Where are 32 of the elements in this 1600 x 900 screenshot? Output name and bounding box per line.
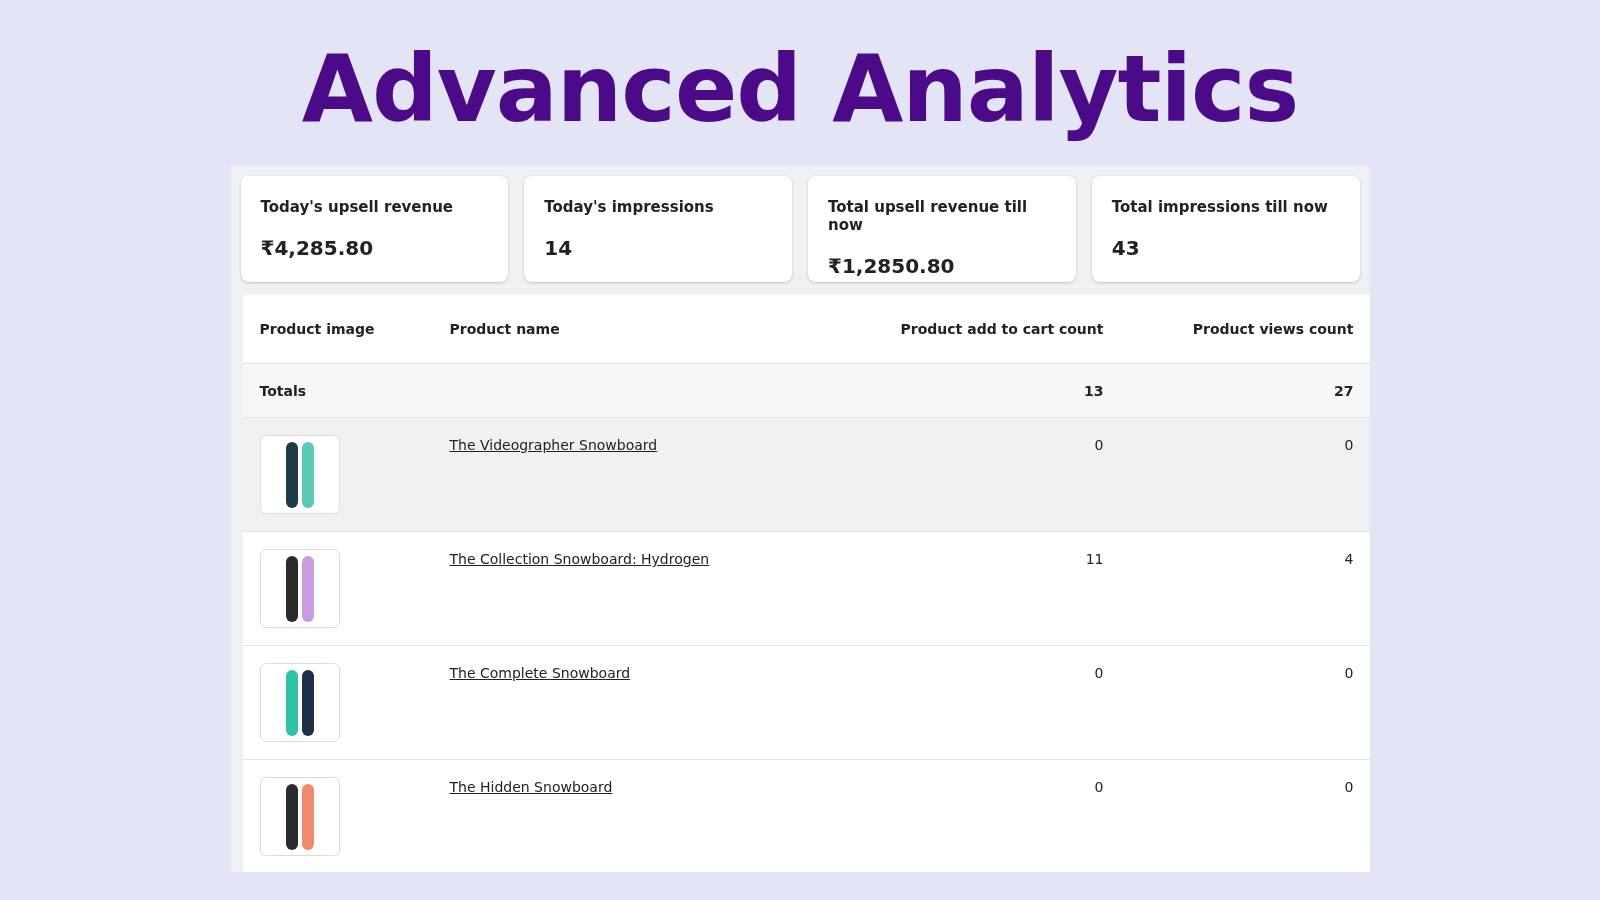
table-cell-text: 27	[1333, 382, 1355, 399]
table-cell-text: 0	[1343, 664, 1355, 681]
stat-label: Total upsell revenue till now	[828, 198, 1029, 234]
product-link[interactable]: The Collection Snowboard: Hydrogen	[432, 549, 860, 567]
table-cell-text: 0	[1343, 436, 1355, 453]
stat-label: Today's impressions	[544, 198, 715, 216]
product-link[interactable]: The Hidden Snowboard	[432, 777, 860, 795]
table-cell-text: 0	[1343, 778, 1355, 795]
table-row[interactable]: The Collection Snowboard: Hydrogen 11 4	[242, 532, 1370, 646]
table-cell-text: 4	[1343, 550, 1355, 567]
product-link[interactable]: The Complete Snowboard	[432, 663, 860, 681]
table-row[interactable]: The Hidden Snowboard 0 0	[242, 760, 1370, 872]
totals-label: Totals	[258, 382, 308, 399]
column-header: Product name	[448, 321, 561, 337]
product-link[interactable]: The Videographer Snowboard	[432, 435, 860, 453]
stat-value: 43	[1111, 236, 1141, 260]
table-row[interactable]: The Videographer Snowboard 0 0	[242, 418, 1370, 532]
stat-label: Today's upsell revenue	[260, 198, 455, 216]
table-cell-text: 0	[1093, 664, 1105, 681]
table-cell-text: 13	[1083, 382, 1105, 399]
stat-value: ₹1,2850.80	[828, 254, 956, 278]
stat-label: Total impressions till now	[1111, 198, 1329, 216]
stat-value: 14	[544, 236, 574, 260]
column-header: Product views count	[1191, 321, 1355, 337]
table-row[interactable]: The Complete Snowboard 0 0	[242, 646, 1370, 760]
page-title: Advanced Analytics	[300, 35, 1300, 145]
column-header: Product add to cart count	[899, 321, 1105, 337]
stat-value: ₹4,285.80	[260, 236, 375, 260]
table-cell-text: 11	[1084, 550, 1105, 567]
table-cell-text: 0	[1093, 436, 1105, 453]
table-cell-text: 0	[1093, 778, 1105, 795]
column-header: Product image	[258, 321, 376, 337]
